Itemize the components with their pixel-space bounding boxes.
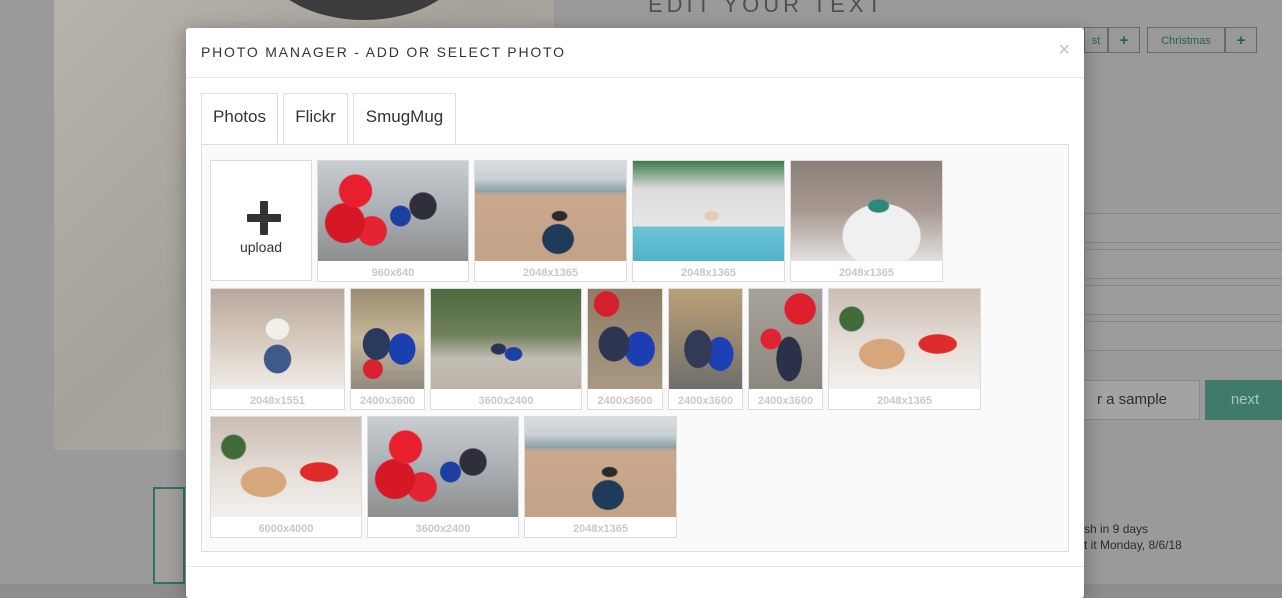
photo-image	[588, 289, 662, 389]
delivery-note: t it Monday, 8/6/18	[1084, 538, 1182, 552]
photo-thumbnail[interactable]: 2400x3600	[668, 288, 743, 410]
photo-image	[475, 161, 626, 261]
photo-dimensions: 2048x1365	[876, 395, 933, 407]
modal-header: PHOTO MANAGER - ADD OR SELECT PHOTO ×	[186, 28, 1084, 78]
photo-thumbnail[interactable]: 2048x1365	[790, 160, 943, 282]
photo-dimensions: 3600x2400	[478, 395, 534, 407]
photo-thumbnail[interactable]: 6000x4000	[210, 416, 362, 538]
photo-dimensions: 2400x3600	[359, 395, 416, 407]
photo-image	[368, 417, 518, 517]
close-icon[interactable]: ×	[1058, 40, 1070, 60]
text-field[interactable]	[1084, 213, 1282, 243]
photo-dimensions: 2400x3600	[757, 395, 814, 407]
photo-image	[431, 289, 581, 389]
photo-dimensions: 2048x1365	[680, 267, 737, 279]
tab-photos[interactable]: Photos	[201, 93, 278, 145]
photo-thumbnail[interactable]: 3600x2400	[430, 288, 582, 410]
photo-thumbnail[interactable]: 2048x1365	[474, 160, 627, 282]
photo-image	[669, 289, 742, 389]
upload-label: upload	[239, 239, 283, 255]
photo-dimensions: 6000x4000	[258, 523, 314, 535]
photo-image	[318, 161, 468, 261]
next-button[interactable]: next	[1205, 380, 1282, 420]
photo-dimensions: 2400x3600	[597, 395, 653, 407]
background-badge	[264, 0, 464, 20]
text-field[interactable]	[1084, 249, 1282, 279]
tag-add-button[interactable]: +	[1108, 27, 1140, 53]
photo-image	[351, 289, 424, 389]
photo-dimensions: 2048x1365	[522, 267, 579, 279]
photo-thumbnail[interactable]: 2400x3600	[748, 288, 823, 410]
tag-label[interactable]: st	[1084, 27, 1108, 53]
tag-add-button[interactable]: +	[1225, 27, 1257, 53]
photo-thumbnail[interactable]: 2048x1365	[524, 416, 677, 538]
design-thumbnail[interactable]	[153, 487, 185, 584]
upload-button[interactable]: upload	[210, 160, 312, 281]
photo-image	[211, 417, 361, 517]
plus-icon	[247, 201, 281, 235]
tag-label[interactable]: Christmas	[1147, 27, 1225, 53]
modal-footer-divider	[186, 566, 1084, 567]
background-heading: EDIT YOUR TEXT	[648, 0, 885, 17]
photo-image	[633, 161, 784, 261]
photo-thumbnail[interactable]: 2400x3600	[587, 288, 663, 410]
photo-image	[211, 289, 344, 389]
photo-thumbnail[interactable]: 2048x1551	[210, 288, 345, 410]
text-field[interactable]	[1084, 285, 1282, 315]
photo-dimensions: 2400x3600	[677, 395, 734, 407]
modal-title: PHOTO MANAGER - ADD OR SELECT PHOTO	[201, 44, 566, 60]
photo-thumbnail[interactable]: 960x640	[317, 160, 469, 282]
photo-image	[525, 417, 676, 517]
photo-image	[749, 289, 822, 389]
tab-smugmug[interactable]: SmugMug	[353, 93, 456, 144]
photo-image	[829, 289, 980, 389]
photo-dimensions: 3600x2400	[415, 523, 471, 535]
shipping-note: sh in 9 days	[1084, 522, 1149, 536]
photo-thumbnail[interactable]: 2400x3600	[350, 288, 425, 410]
photo-dimensions: 2048x1551	[249, 395, 306, 407]
tab-flickr[interactable]: Flickr	[283, 93, 348, 144]
photo-thumbnail[interactable]: 3600x2400	[367, 416, 519, 538]
text-field[interactable]	[1084, 321, 1282, 351]
photo-thumbnail[interactable]: 2048x1365	[828, 288, 981, 410]
photo-dimensions: 2048x1365	[572, 523, 629, 535]
photo-thumbnail[interactable]: 2048x1365	[632, 160, 785, 282]
photo-dimensions: 960x640	[371, 267, 415, 279]
photo-image	[791, 161, 942, 261]
photo-dimensions: 2048x1365	[838, 267, 895, 279]
